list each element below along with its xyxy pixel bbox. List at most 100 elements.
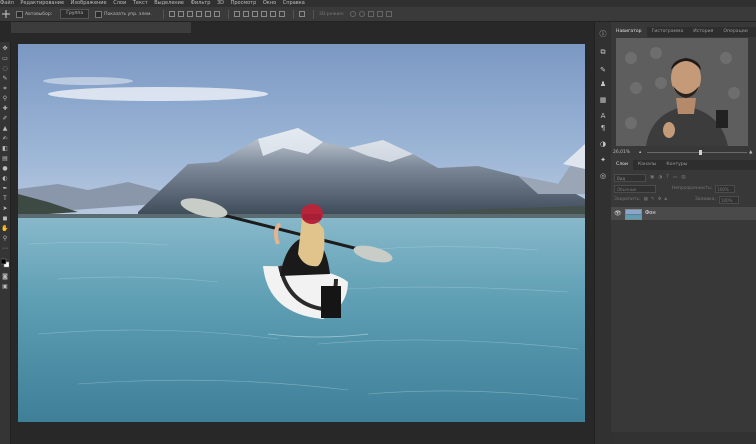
eraser-tool-icon[interactable]: ◧ (1, 146, 9, 152)
pan-3d-icon[interactable] (368, 11, 375, 17)
blur-tool-icon[interactable]: ● (1, 166, 9, 172)
info-panel-icon[interactable]: ⓘ (599, 30, 607, 38)
distribute-middle-icon[interactable] (242, 11, 249, 17)
move-tool-preset[interactable] (2, 10, 10, 18)
autoselect-checkbox[interactable] (16, 10, 23, 18)
navigator-preview[interactable] (616, 38, 748, 146)
menu-select[interactable]: Выделение (154, 0, 184, 7)
opacity-field[interactable]: 100% (715, 185, 736, 193)
filter-pixel-icon[interactable]: ▣ (650, 174, 654, 182)
swatches-panel-icon[interactable]: ◎ (599, 172, 607, 180)
marquee-tool-icon[interactable]: ▭ (1, 56, 9, 62)
move-tool-icon[interactable]: ✥ (1, 46, 9, 52)
shape-tool-icon[interactable]: ◼ (1, 216, 9, 222)
filter-type-icon[interactable]: T (666, 174, 669, 182)
tab-actions[interactable]: Операции (718, 27, 752, 37)
rotate-3d-icon[interactable] (350, 11, 357, 17)
lasso-tool-icon[interactable]: ◌ (1, 66, 9, 72)
dodge-tool-icon[interactable]: ◐ (1, 176, 9, 182)
more-tools-icon[interactable]: ⋯ (1, 246, 9, 252)
menu-window[interactable]: Окно (263, 0, 276, 7)
menu-3d[interactable]: 3D (217, 0, 224, 7)
fill-field[interactable]: 100% (718, 196, 739, 204)
pen-tool-icon[interactable]: ✒ (1, 186, 9, 192)
autoselect-dropdown[interactable]: Группа (60, 9, 90, 19)
distribute-right-icon[interactable] (278, 11, 285, 17)
path-select-tool-icon[interactable]: ➤ (1, 206, 9, 212)
zoom-slider-thumb[interactable] (699, 150, 702, 155)
distribute-center-icon[interactable] (269, 11, 276, 17)
tab-histogram[interactable]: Гистограмма (647, 27, 689, 37)
layer-kind-filter[interactable]: Вид (614, 174, 646, 182)
type-tool-icon[interactable]: T (1, 196, 9, 202)
filter-shape-icon[interactable]: ▭ (673, 174, 677, 182)
layer-name[interactable]: Фон (645, 207, 656, 220)
quick-mask-icon[interactable]: ◙ (1, 274, 9, 280)
zoom-out-icon[interactable]: ▴ (639, 148, 641, 157)
menu-text[interactable]: Текст (133, 0, 148, 7)
tab-layers[interactable]: Слои (611, 160, 633, 170)
clone-stamp-tool-icon[interactable]: ▲ (1, 126, 9, 132)
hand-tool-icon[interactable]: ✋ (1, 226, 9, 232)
distribute-bottom-icon[interactable] (251, 11, 258, 17)
menu-layers[interactable]: Слои (113, 0, 126, 7)
filter-adjustment-icon[interactable]: ◑ (658, 174, 662, 182)
document-tab[interactable] (11, 22, 191, 33)
tab-channels[interactable]: Каналы (633, 160, 661, 170)
slide-3d-icon[interactable] (377, 11, 384, 17)
align-top-icon[interactable] (168, 11, 175, 17)
screen-mode-icon[interactable]: ▣ (1, 284, 9, 290)
adjustments-panel-icon[interactable]: ◑ (599, 140, 607, 148)
gradient-tool-icon[interactable]: ▤ (1, 156, 9, 162)
menu-image[interactable]: Изображение (71, 0, 107, 7)
transform-controls-option[interactable]: Показать упр. элем. (95, 10, 152, 18)
zoom-value[interactable]: 26,01% (613, 148, 630, 157)
brush-tool-icon[interactable]: ✐ (1, 116, 9, 122)
healing-brush-tool-icon[interactable]: ✚ (1, 106, 9, 112)
menu-file[interactable]: Файл (0, 0, 14, 7)
blend-mode-dropdown[interactable]: Обычные (614, 185, 656, 193)
eyedropper-tool-icon[interactable]: ⚲ (1, 96, 9, 102)
scale-3d-icon[interactable] (386, 11, 393, 17)
character-panel-icon[interactable]: A (599, 112, 607, 120)
distribute-top-icon[interactable] (233, 11, 240, 17)
quick-select-tool-icon[interactable]: ✎ (1, 76, 9, 82)
menu-help[interactable]: Справка (283, 0, 305, 7)
layer-comps-icon[interactable]: ⧉ (599, 48, 607, 56)
transform-controls-checkbox[interactable] (95, 10, 103, 18)
align-left-icon[interactable] (195, 11, 202, 17)
tab-history[interactable]: История (688, 27, 718, 37)
history-brush-tool-icon[interactable]: ✍ (1, 136, 9, 142)
roll-3d-icon[interactable] (359, 11, 366, 17)
lock-all-icon[interactable]: 🔒︎ (664, 196, 666, 204)
autoselect-option[interactable]: Автовыбор: (16, 10, 52, 18)
color-swatches[interactable] (0, 258, 10, 268)
properties-panel-icon[interactable]: ▦ (599, 96, 607, 104)
menu-view[interactable]: Просмотр (231, 0, 257, 7)
paragraph-panel-icon[interactable]: ¶ (599, 124, 607, 132)
crop-tool-icon[interactable]: ⌗ (1, 86, 9, 92)
zoom-in-icon[interactable]: ▲ (749, 148, 752, 157)
lock-pixels-icon[interactable]: ✎ (651, 196, 655, 204)
filter-smart-icon[interactable]: ▤ (681, 174, 685, 182)
zoom-tool-icon[interactable]: ⚲ (1, 236, 9, 242)
zoom-slider[interactable] (647, 152, 747, 153)
align-bottom-icon[interactable] (186, 11, 193, 17)
lock-position-icon[interactable]: ✥ (658, 196, 662, 204)
eye-icon[interactable]: 👁︎ (614, 207, 622, 220)
lock-transparent-icon[interactable]: ▦ (644, 196, 648, 204)
menu-edit[interactable]: Редактирование (20, 0, 64, 7)
auto-align-icon[interactable] (298, 11, 305, 17)
brushes-panel-icon[interactable]: ✎ (599, 66, 607, 74)
menu-filter[interactable]: Фильтр (191, 0, 211, 7)
tab-navigator[interactable]: Навигатор (611, 27, 647, 37)
align-center-icon[interactable] (204, 11, 211, 17)
layer-row[interactable]: 👁︎ Фон (611, 207, 756, 220)
align-right-icon[interactable] (213, 11, 220, 17)
image-canvas[interactable] (18, 44, 585, 422)
styles-panel-icon[interactable]: ✦ (599, 156, 607, 164)
clone-source-icon[interactable]: ♟ (599, 80, 607, 88)
tab-paths[interactable]: Контуры (661, 160, 692, 170)
align-middle-icon[interactable] (177, 11, 184, 17)
distribute-left-icon[interactable] (260, 11, 267, 17)
